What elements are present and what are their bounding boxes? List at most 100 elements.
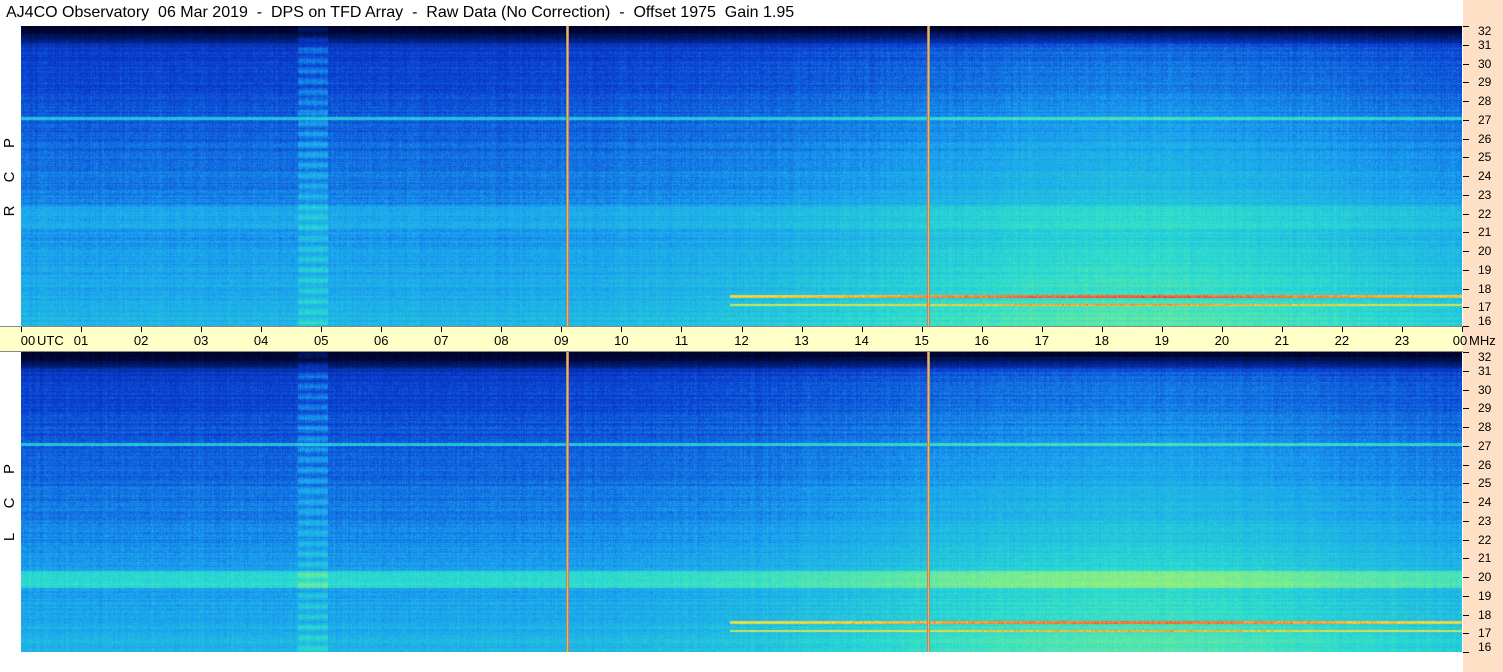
time-tick-mark — [321, 327, 323, 332]
time-tick-label: 08 — [494, 333, 509, 348]
time-tick-mark — [1221, 327, 1223, 332]
mhz-tick-label: 21 — [1478, 225, 1492, 240]
time-tick-mark — [801, 327, 803, 332]
mhz-tick-label: 26 — [1478, 131, 1492, 146]
time-tick-label: 19 — [1154, 333, 1170, 348]
mhz-tick-mark — [1463, 44, 1469, 46]
mhz-tick-label: 19 — [1478, 588, 1492, 603]
mhz-tick-label: 16 — [1478, 640, 1492, 654]
mhz-tick-label: 30 — [1478, 382, 1492, 397]
time-tick-mark — [861, 327, 863, 332]
mhz-tick-label: 23 — [1478, 187, 1492, 202]
mhz-tick-mark — [1463, 614, 1469, 616]
mhz-tick-label: 27 — [1478, 438, 1492, 453]
mhz-tick-label: 31 — [1478, 37, 1492, 52]
mhz-tick-label: 17 — [1478, 626, 1492, 641]
time-tick-label: 12 — [734, 333, 749, 348]
chart-title: AJ4CO Observatory 06 Mar 2019 - DPS on T… — [6, 4, 795, 21]
mhz-tick-mark — [1463, 138, 1469, 140]
lcp-spectrogram-canvas — [21, 352, 1462, 652]
mhz-tick-mark — [1463, 427, 1469, 428]
mhz-tick-mark — [1463, 232, 1469, 234]
mhz-tick-mark — [1463, 251, 1469, 252]
time-marker-line — [926, 26, 930, 326]
mhz-tick-mark — [1463, 633, 1469, 635]
lcp-spectrogram — [21, 352, 1462, 652]
time-tick-label: 05 — [313, 333, 329, 348]
time-tick-mark — [441, 327, 443, 332]
time-tick-label: 00 — [1452, 333, 1468, 348]
time-tick-label: 16 — [974, 333, 989, 348]
time-tick-mark — [141, 327, 143, 332]
time-tick-mark — [1101, 327, 1103, 332]
time-tick-label: 10 — [614, 333, 629, 348]
mhz-tick-mark — [1463, 389, 1469, 391]
mhz-unit-label: MHz — [1469, 333, 1496, 348]
time-tick-mark — [1161, 327, 1163, 332]
time-marker-line — [926, 352, 930, 652]
time-tick-mark — [81, 327, 83, 332]
time-tick-label: 15 — [914, 333, 929, 348]
mhz-tick-label: 18 — [1478, 281, 1492, 296]
time-tick-mark — [621, 327, 623, 332]
mhz-tick-label: 17 — [1478, 300, 1492, 315]
rcp-spectrogram-canvas — [21, 26, 1462, 326]
mhz-tick-label: 25 — [1478, 476, 1492, 491]
time-tick-label: 13 — [794, 333, 809, 348]
mhz-tick-mark — [1463, 157, 1469, 159]
time-tick-label: 11 — [674, 333, 689, 348]
mhz-tick-mark — [1463, 101, 1469, 102]
mhz-tick-mark — [1463, 213, 1469, 215]
time-tick-mark — [681, 327, 683, 332]
mhz-tick-label: 20 — [1478, 570, 1492, 584]
time-tick-mark — [1041, 327, 1043, 332]
time-tick-label: 07 — [434, 333, 449, 348]
time-tick-mark — [501, 327, 503, 332]
mhz-tick-label: 29 — [1478, 401, 1492, 416]
time-tick-mark — [981, 327, 983, 332]
mhz-tick-label: 20 — [1478, 244, 1492, 258]
rcp-spectrogram — [21, 26, 1462, 326]
mhz-tick-mark — [1463, 269, 1469, 271]
mhz-tick-label: 27 — [1478, 112, 1492, 127]
time-tick-mark — [201, 327, 203, 332]
mhz-tick-mark — [1463, 352, 1469, 353]
mhz-tick-mark — [1463, 370, 1469, 372]
mhz-tick-label: 28 — [1478, 420, 1492, 434]
time-tick-mark — [381, 327, 383, 332]
time-tick-label: 06 — [374, 333, 389, 348]
mhz-tick-label: 19 — [1478, 262, 1492, 277]
mhz-tick-mark — [1463, 63, 1469, 65]
mhz-tick-mark — [1463, 652, 1469, 653]
mhz-tick-label: 30 — [1478, 56, 1492, 71]
mhz-tick-mark — [1463, 464, 1469, 466]
mhz-tick-mark — [1463, 119, 1469, 121]
mhz-tick-label: 22 — [1478, 532, 1492, 547]
mhz-tick-label: 26 — [1478, 457, 1492, 472]
mhz-tick-mark — [1463, 502, 1469, 503]
mhz-tick-mark — [1463, 194, 1469, 196]
time-tick-mark — [561, 327, 563, 332]
mhz-tick-label: 24 — [1478, 495, 1492, 509]
utc-time-axis: 00 01 02 03 04 05 06 07 08 09 10 11 12 13 14 15 16 17 18 19… — [0, 326, 1496, 352]
mhz-tick-mark — [1463, 326, 1469, 327]
time-tick-label: 18 — [1094, 333, 1109, 348]
utc-unit-label: UTC — [37, 333, 64, 348]
time-tick-label: 02 — [133, 333, 149, 348]
mhz-tick-label: 29 — [1478, 75, 1492, 90]
time-tick-label: 23 — [1394, 333, 1410, 348]
time-tick-mark — [1281, 327, 1283, 332]
mhz-tick-mark — [1463, 307, 1469, 309]
mhz-tick-label: 25 — [1478, 150, 1492, 165]
mhz-tick-label: 23 — [1478, 513, 1492, 528]
mhz-tick-label: 21 — [1478, 551, 1492, 566]
time-tick-mark — [1341, 327, 1343, 332]
mhz-tick-mark — [1463, 595, 1469, 597]
time-tick-label: 09 — [554, 333, 569, 348]
mhz-tick-mark — [1463, 558, 1469, 560]
time-tick-label: 03 — [193, 333, 209, 348]
time-tick-label: 14 — [854, 333, 869, 348]
mhz-tick-label: 32 — [1478, 24, 1492, 38]
mhz-tick-mark — [1463, 288, 1469, 290]
mhz-tick-label: 31 — [1478, 363, 1492, 378]
